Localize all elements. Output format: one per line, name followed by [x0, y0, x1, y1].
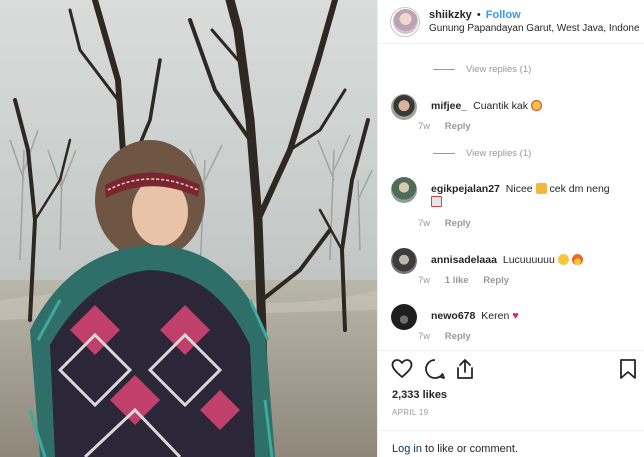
comment-time[interactable]: 7w	[418, 331, 430, 342]
comment-meta: 7w Reply	[418, 331, 483, 342]
heart-eyes-emoji	[530, 100, 542, 111]
comment-text: newo678 Keren ♥	[431, 310, 519, 323]
comment-time[interactable]: 7w	[418, 121, 430, 132]
author-username[interactable]: shiikzky	[429, 9, 472, 21]
red-heart-emoji: ♥	[512, 310, 519, 322]
comment-text: mifjee_ Cuantik kak	[431, 100, 542, 113]
commenter-username[interactable]: newo678	[431, 310, 475, 322]
login-divider	[378, 430, 644, 431]
comment-message: Nicee	[505, 183, 533, 195]
comment-item: newo678 Keren ♥	[391, 304, 636, 330]
post-header: shiikzky • Follow Gunung Papandayan Garu…	[378, 0, 644, 44]
reply-button[interactable]: Reply	[445, 218, 471, 229]
login-prompt: Log in to like or comment.	[392, 443, 518, 455]
thumbs-up-emoji	[535, 183, 547, 194]
author-avatar-image	[392, 9, 418, 34]
comment-message: Cuantik kak	[473, 100, 528, 112]
post-sidebar: shiikzky • Follow Gunung Papandayan Garu…	[377, 0, 644, 457]
envelope-emoji	[431, 196, 442, 207]
photo-image	[0, 0, 377, 457]
comment-time[interactable]: 7w	[418, 218, 430, 229]
likes-count[interactable]: 2,333 likes	[392, 389, 447, 401]
comment-text: annisadelaaa Lucuuuuuu	[431, 254, 583, 267]
comment-message: Lucuuuuuu	[502, 254, 555, 266]
commenter-avatar[interactable]	[391, 248, 417, 274]
heart-icon[interactable]	[390, 357, 414, 381]
separator-dot: •	[476, 8, 481, 21]
comment-meta: 7w 1 like Reply	[418, 275, 521, 286]
smile-emoji	[557, 254, 569, 265]
commenter-username[interactable]: egikpejalan27	[431, 183, 500, 195]
author-info: shiikzky • Follow Gunung Papandayan Garu…	[429, 9, 639, 35]
comment-item: annisadelaaa Lucuuuuuu	[391, 248, 636, 274]
reply-button[interactable]: Reply	[445, 121, 471, 132]
instagram-post: shiikzky • Follow Gunung Papandayan Garu…	[0, 0, 644, 457]
reply-button[interactable]: Reply	[483, 275, 509, 286]
follow-button[interactable]: Follow	[486, 9, 521, 21]
comment-message-cont: cek dm neng	[549, 183, 610, 195]
fire-emoji	[571, 254, 583, 265]
commenter-avatar[interactable]	[391, 94, 417, 120]
comment-message: Keren	[481, 310, 510, 322]
login-suffix: to like or comment.	[425, 443, 518, 455]
bookmark-icon[interactable]	[616, 357, 640, 381]
comment-item: mifjee_ Cuantik kak	[391, 94, 636, 120]
view-replies-button[interactable]: View replies (1)	[433, 147, 531, 159]
share-icon[interactable]	[453, 357, 477, 381]
commenter-avatar[interactable]	[391, 304, 417, 330]
view-replies-button[interactable]: View replies (1)	[433, 63, 531, 75]
view-replies-label: View replies (1)	[466, 63, 532, 75]
author-avatar[interactable]	[390, 6, 420, 37]
comment-meta: 7w Reply	[418, 121, 483, 132]
actions-divider	[378, 350, 644, 351]
comment-item: egikpejalan27 Nicee cek dm neng	[391, 177, 636, 211]
comment-text: egikpejalan27 Nicee cek dm neng	[431, 183, 610, 209]
commenter-username[interactable]: annisadelaaa	[431, 254, 497, 266]
login-link[interactable]: Log in	[392, 443, 422, 455]
action-bar	[390, 357, 640, 383]
replies-line	[433, 152, 455, 154]
comment-icon[interactable]	[423, 357, 447, 381]
comment-time[interactable]: 7w	[418, 275, 430, 286]
view-replies-label: View replies (1)	[466, 147, 532, 159]
commenter-username[interactable]: mifjee_	[431, 100, 467, 112]
post-date[interactable]: APRIL 19	[392, 408, 428, 417]
reply-button[interactable]: Reply	[445, 331, 471, 342]
replies-line	[433, 68, 455, 70]
comment-meta: 7w Reply	[418, 218, 483, 229]
post-photo[interactable]	[0, 0, 377, 457]
comments-list[interactable]: View replies (1) mifjee_ Cuantik kak 7w …	[378, 44, 644, 350]
comment-likes[interactable]: 1 like	[445, 275, 469, 286]
post-location[interactable]: Gunung Papandayan Garut, West Java, Indo…	[429, 22, 639, 35]
commenter-avatar[interactable]	[391, 177, 417, 203]
